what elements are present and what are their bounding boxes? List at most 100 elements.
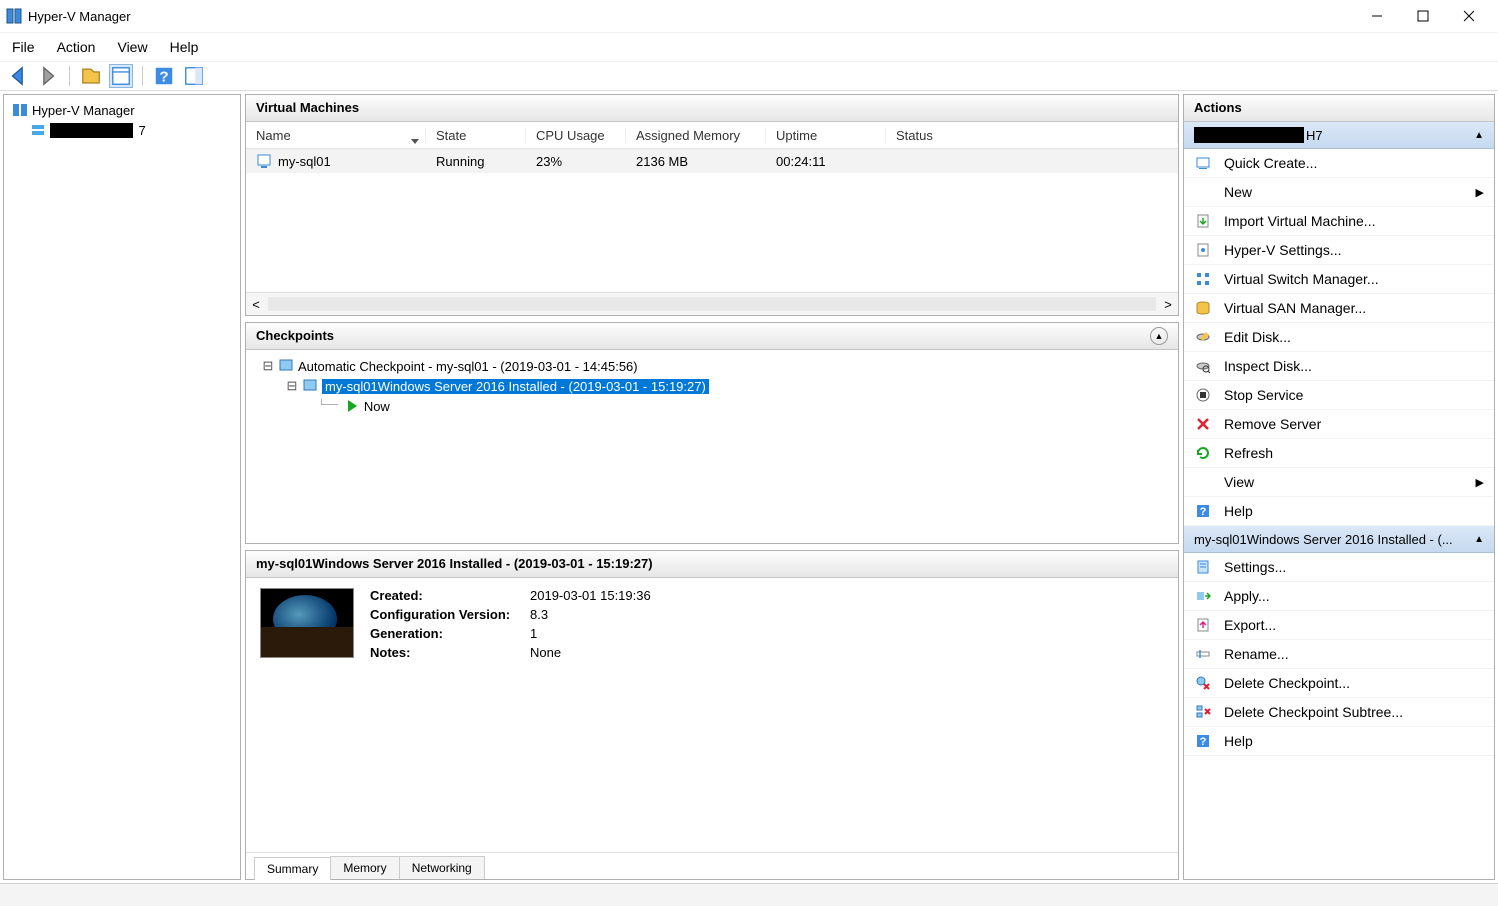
scroll-left-icon[interactable]: < [246, 297, 266, 312]
action-label: Quick Create... [1224, 155, 1317, 171]
action-label: Apply... [1224, 588, 1270, 604]
action-label: Help [1224, 733, 1253, 749]
settings2-icon [1194, 558, 1212, 576]
vm-name: my-sql01 [278, 154, 331, 169]
import-icon [1194, 212, 1212, 230]
vm-state: Running [426, 154, 526, 169]
show-hide-tree-button[interactable] [79, 64, 103, 88]
forward-button[interactable] [36, 64, 60, 88]
action-host-edit-disk[interactable]: Edit Disk... [1184, 323, 1494, 352]
col-mem[interactable]: Assigned Memory [626, 128, 766, 143]
action-host-refresh[interactable]: Refresh [1184, 439, 1494, 468]
properties-button[interactable] [109, 64, 133, 88]
action-ck-delete-checkpoint[interactable]: Delete Checkpoint... [1184, 669, 1494, 698]
col-state[interactable]: State [426, 128, 526, 143]
navigation-tree[interactable]: Hyper-V Manager 7 [3, 94, 241, 880]
expand-icon[interactable]: ⊟ [286, 378, 298, 394]
checkpoint-root[interactable]: ⊟ Automatic Checkpoint - my-sql01 - (201… [254, 356, 1170, 376]
virtual-machines-pane: Virtual Machines Name State CPU Usage As… [245, 94, 1179, 316]
server-icon [30, 122, 46, 138]
action-host-remove-server[interactable]: Remove Server [1184, 410, 1494, 439]
action-host-virtual-san-manager[interactable]: Virtual SAN Manager... [1184, 294, 1494, 323]
tree-host[interactable]: 7 [6, 121, 238, 139]
minimize-button[interactable] [1354, 0, 1400, 32]
action-label: Remove Server [1224, 416, 1321, 432]
action-label: Virtual SAN Manager... [1224, 300, 1366, 316]
refresh-icon [1194, 444, 1212, 462]
action-host-quick-create[interactable]: Quick Create... [1184, 149, 1494, 178]
collapse-icon[interactable]: ▲ [1474, 534, 1484, 545]
tab-summary[interactable]: Summary [254, 857, 331, 880]
col-cpu[interactable]: CPU Usage [526, 128, 626, 143]
status-bar [0, 883, 1498, 906]
vm-thumbnail [260, 588, 354, 658]
col-status[interactable]: Status [886, 128, 1178, 143]
checkpoint-now[interactable]: └── Now [254, 396, 1170, 416]
vm-row[interactable]: my-sql01 Running 23% 2136 MB 00:24:11 [246, 149, 1178, 173]
action-ck-apply[interactable]: Apply... [1184, 582, 1494, 611]
action-label: Delete Checkpoint Subtree... [1224, 704, 1403, 720]
close-button[interactable] [1446, 0, 1492, 32]
titlebar: Hyper-V Manager [0, 0, 1498, 33]
col-uptime[interactable]: Uptime [766, 128, 886, 143]
v-gen: 1 [530, 626, 651, 641]
collapse-icon[interactable]: ▲ [1474, 130, 1484, 141]
action-ck-export[interactable]: Export... [1184, 611, 1494, 640]
action-host-hyper-v-settings[interactable]: Hyper-V Settings... [1184, 236, 1494, 265]
help-icon: ? [1194, 732, 1212, 750]
k-gen: Generation: [370, 626, 530, 641]
tree-root[interactable]: Hyper-V Manager [6, 101, 238, 119]
inspect-disk-icon [1194, 357, 1212, 375]
action-label: Help [1224, 503, 1253, 519]
menu-view[interactable]: View [117, 39, 147, 55]
actions-host-group[interactable]: H7 ▲ [1184, 122, 1494, 149]
hyperv-manager-icon [12, 102, 28, 118]
tab-memory[interactable]: Memory [330, 856, 399, 879]
checkpoints-header: Checkpoints ▲ [246, 323, 1178, 350]
svg-text:?: ? [1200, 506, 1207, 518]
show-action-pane-button[interactable] [182, 64, 206, 88]
action-ck-delete-checkpoint-subtree[interactable]: Delete Checkpoint Subtree... [1184, 698, 1494, 727]
action-ck-settings[interactable]: Settings... [1184, 553, 1494, 582]
expand-icon[interactable]: ⊟ [262, 358, 274, 374]
menu-action[interactable]: Action [57, 39, 96, 55]
tab-networking[interactable]: Networking [399, 856, 485, 879]
detail-pane: my-sql01Windows Server 2016 Installed - … [245, 550, 1179, 880]
help-button[interactable]: ? [152, 64, 176, 88]
checkpoint-selected[interactable]: ⊟ my-sql01Windows Server 2016 Installed … [254, 376, 1170, 396]
action-ck-help[interactable]: ? Help [1184, 727, 1494, 756]
maximize-button[interactable] [1400, 0, 1446, 32]
chevron-right-icon: ▶ [1476, 476, 1484, 489]
action-label: Virtual Switch Manager... [1224, 271, 1379, 287]
collapse-icon[interactable]: ▲ [1150, 327, 1168, 345]
checkpoint-root-label: Automatic Checkpoint - my-sql01 - (2019-… [298, 359, 638, 374]
scroll-right-icon[interactable]: > [1158, 297, 1178, 312]
action-label: Hyper-V Settings... [1224, 242, 1342, 258]
action-host-new[interactable]: New▶ [1184, 178, 1494, 207]
checkpoint-now-label: Now [364, 399, 390, 414]
host-suffix: H7 [1306, 128, 1323, 143]
action-host-view[interactable]: View▶ [1184, 468, 1494, 497]
detail-header: my-sql01Windows Server 2016 Installed - … [246, 551, 1178, 578]
v-cfgver: 8.3 [530, 607, 651, 622]
actions-checkpoint-group[interactable]: my-sql01Windows Server 2016 Installed - … [1184, 526, 1494, 553]
action-host-stop-service[interactable]: Stop Service [1184, 381, 1494, 410]
action-label: Stop Service [1224, 387, 1303, 403]
menu-help[interactable]: Help [170, 39, 199, 55]
blank-icon [1194, 473, 1212, 491]
action-host-help[interactable]: ? Help [1184, 497, 1494, 526]
back-button[interactable] [6, 64, 30, 88]
vswitch-icon [1194, 270, 1212, 288]
app-icon [6, 8, 22, 24]
vm-uptime: 00:24:11 [766, 154, 886, 169]
menu-file[interactable]: File [12, 39, 35, 55]
virtual-machines-title: Virtual Machines [256, 95, 359, 121]
col-name[interactable]: Name [246, 128, 426, 143]
action-host-virtual-switch-manager[interactable]: Virtual Switch Manager... [1184, 265, 1494, 294]
action-host-import-virtual-machine[interactable]: Import Virtual Machine... [1184, 207, 1494, 236]
action-label: Edit Disk... [1224, 329, 1291, 345]
action-ck-rename[interactable]: Rename... [1184, 640, 1494, 669]
vm-scrollbar[interactable]: < > [246, 292, 1178, 315]
action-host-inspect-disk[interactable]: Inspect Disk... [1184, 352, 1494, 381]
detail-title: my-sql01Windows Server 2016 Installed - … [256, 551, 653, 577]
